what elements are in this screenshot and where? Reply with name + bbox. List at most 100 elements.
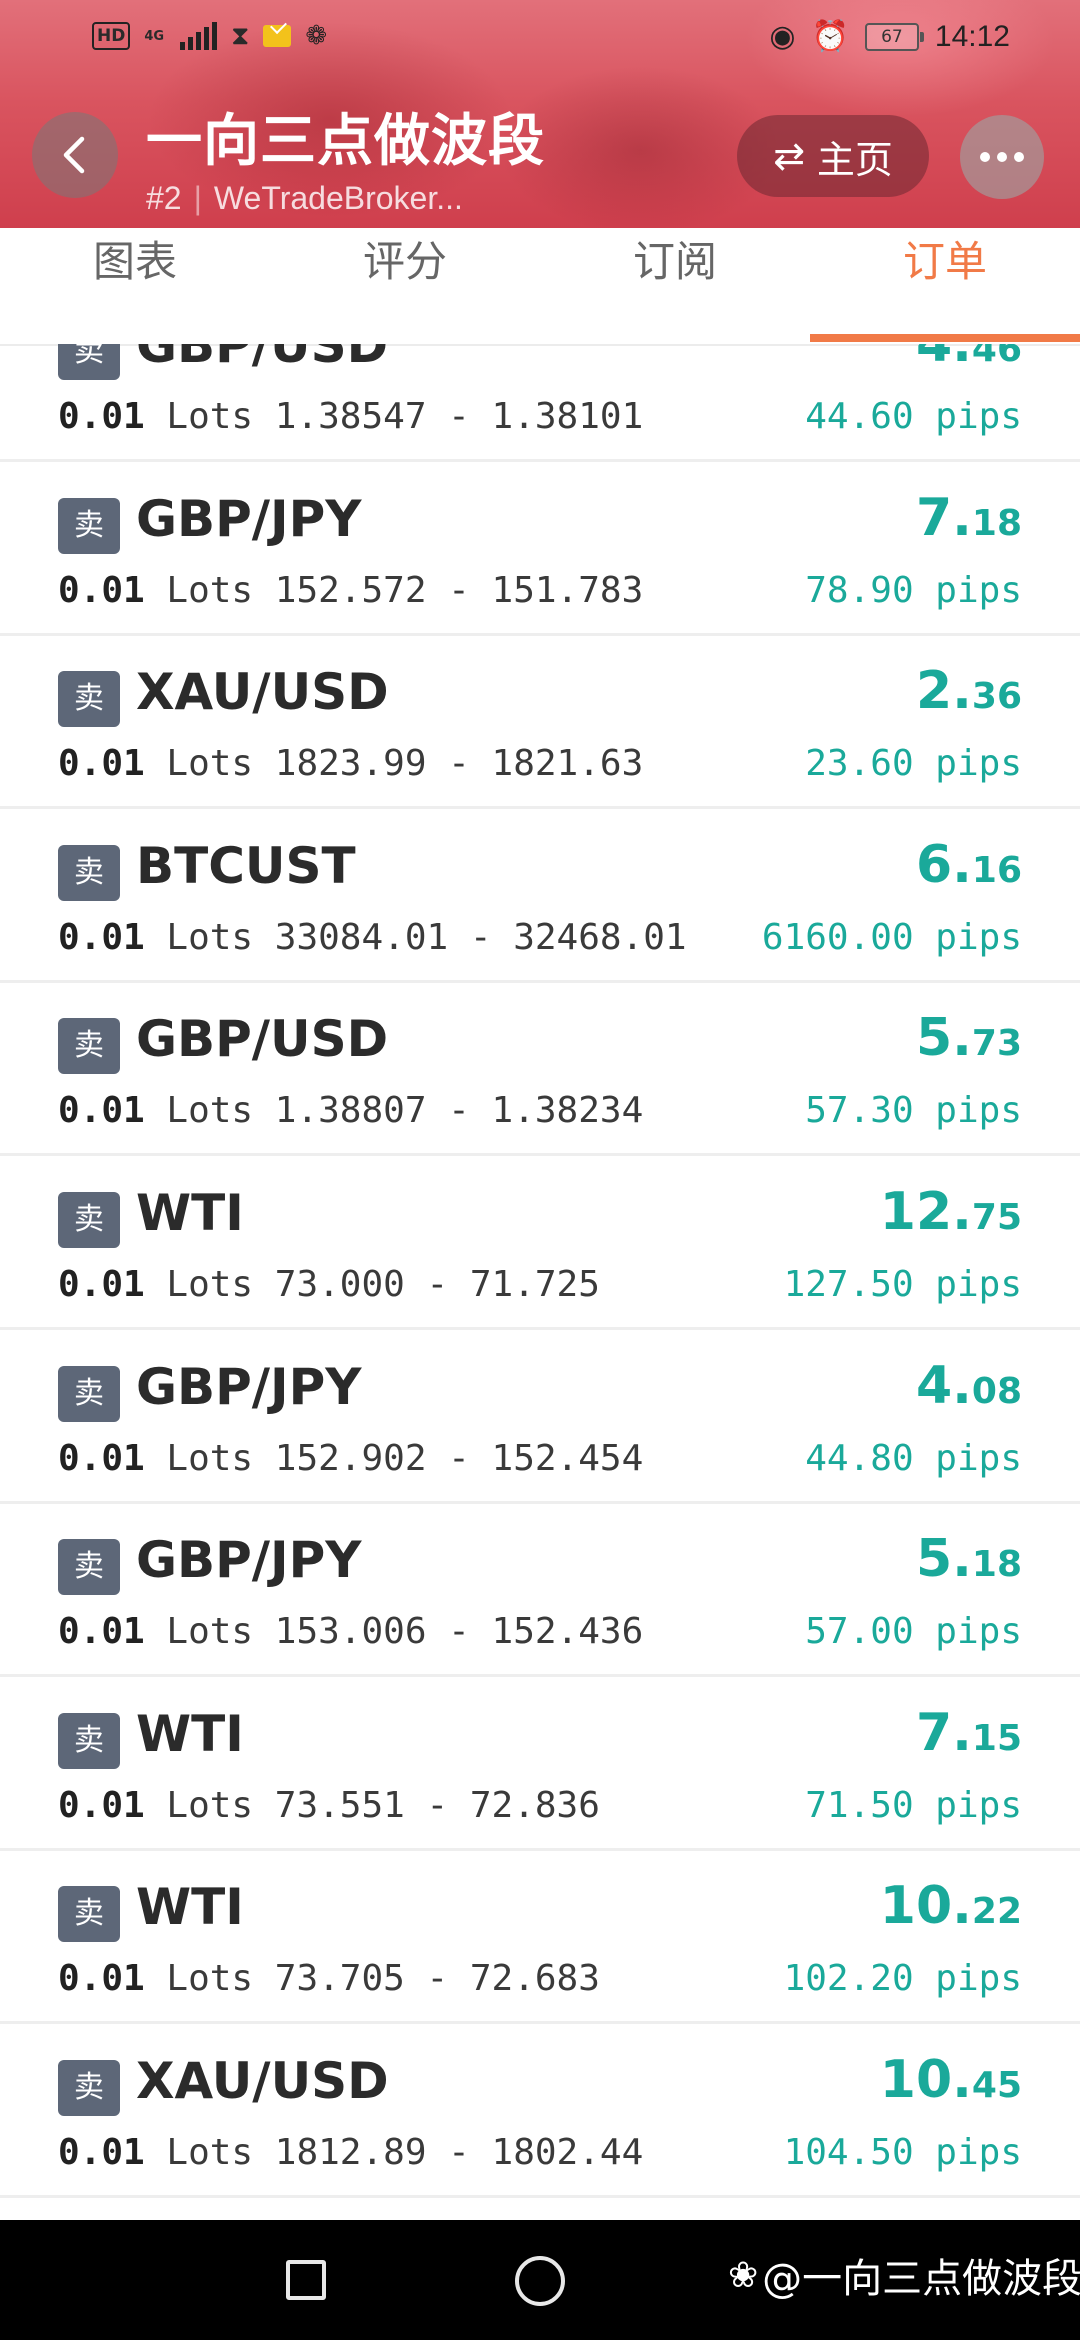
profit-fraction: 45 [971,2065,1022,2106]
order-pips: 104.50 pips [783,2132,1022,2173]
order-profit: 10.45 [880,2050,1022,2110]
profit-fraction: 46 [971,344,1022,370]
order-prices: 1823.99 - 1821.63 [274,743,644,784]
order-prices: 73.705 - 72.683 [274,1958,600,1999]
tab-chart[interactable]: 图表 [0,228,270,342]
order-volume: 0.01 [58,396,145,437]
order-symbol: XAU/USD [136,663,389,721]
hd-indicator: HD [92,22,131,50]
battery-icon: 67 [864,23,924,51]
more-dot-icon [997,152,1007,162]
rank-label: #2 [146,180,182,216]
profit-integer: 12. [879,1182,972,1242]
order-prices: 73.551 - 72.836 [274,1785,600,1826]
order-row[interactable]: 卖 GBP/JPY 0.01 Lots 152.572 - 151.783 7.… [0,460,1080,636]
hourglass-icon: ⧗ [231,21,250,51]
order-row[interactable]: 卖 GBP/USD 0.01 Lots 1.38807 - 1.38234 5.… [0,980,1080,1156]
tab-subscribe[interactable]: 订阅 [540,228,810,342]
order-prices: 1.38807 - 1.38234 [274,1090,644,1131]
order-row[interactable]: 卖 XAU/USD 0.01 Lots 1812.89 - 1802.44 10… [0,2022,1080,2198]
sell-badge: 卖 [58,344,120,380]
sell-badge: 卖 [58,671,120,727]
order-row[interactable]: 卖 GBP/JPY 0.01 Lots 153.006 - 152.436 5.… [0,1501,1080,1677]
order-prices: 152.572 - 151.783 [274,570,644,611]
broker-label: WeTradeBroker... [213,180,463,216]
order-row[interactable]: 卖 WTI 0.01 Lots 73.705 - 72.683 10.22 10… [0,1848,1080,2024]
orders-list[interactable]: 卖 GBP/USD 0.01 Lots 1.38547 - 1.38101 4.… [0,344,1080,2220]
order-prices: 152.902 - 152.454 [274,1438,644,1479]
lots-label: Lots [166,1438,254,1479]
lots-label: Lots [166,743,254,784]
order-pips: 6160.00 pips [761,917,1022,958]
profit-integer: 7. [915,488,972,548]
order-row[interactable]: 卖 WTI 0.01 Lots 73.551 - 72.836 7.15 71.… [0,1675,1080,1851]
order-symbol: GBP/USD [136,1010,389,1068]
weibo-logo-icon: ❀ [728,2254,759,2296]
profit-integer: 5. [915,1008,972,1068]
order-detail: 0.01 Lots 152.572 - 151.783 [58,570,643,611]
divider: | [193,180,202,216]
profit-fraction: 22 [971,1891,1022,1932]
order-symbol: WTI [136,1878,244,1936]
profit-fraction: 15 [971,1718,1022,1759]
order-profit: 6.16 [916,835,1022,895]
home-button-label: 主页 [816,137,893,182]
tab-bar: 图表 评分 订阅 订单 [0,228,1080,346]
recent-apps-button[interactable] [286,2260,326,2300]
sell-badge: 卖 [58,1539,120,1595]
profit-fraction: 18 [971,1544,1022,1585]
order-row[interactable]: 卖 GBP/JPY 0.01 Lots 152.902 - 152.454 4.… [0,1328,1080,1504]
profit-integer: 6. [915,835,972,895]
order-symbol: GBP/JPY [136,1358,362,1416]
order-symbol: XAU/USD [136,2052,389,2110]
page-title: 一向三点做波段 [146,109,545,174]
more-button[interactable] [960,115,1044,199]
profit-integer: 7. [915,1703,972,1763]
lots-label: Lots [166,2132,254,2173]
order-detail: 0.01 Lots 1812.89 - 1802.44 [58,2132,643,2173]
lots-label: Lots [166,396,254,437]
order-row[interactable]: 卖 BTCUST 0.01 Lots 33084.01 - 32468.01 6… [0,807,1080,983]
network-type: 4G [144,28,165,44]
more-dot-icon [1014,152,1024,162]
order-row[interactable]: 卖 GBP/USD 0.01 Lots 1.38547 - 1.38101 4.… [0,344,1080,462]
order-profit: 5.18 [916,1529,1022,1589]
lots-label: Lots [166,917,254,958]
more-dot-icon [980,152,990,162]
tab-rating[interactable]: 评分 [270,228,540,342]
order-volume: 0.01 [58,1611,145,1652]
home-nav-button[interactable] [515,2256,565,2306]
chevron-left-icon [63,136,85,174]
sell-badge: 卖 [58,1713,120,1769]
profit-fraction: 73 [971,1023,1022,1064]
order-volume: 0.01 [58,1958,145,1999]
sell-badge: 卖 [58,1366,120,1422]
order-pips: 102.20 pips [783,1958,1022,1999]
order-profit: 10.22 [880,1876,1022,1936]
order-row[interactable]: 卖 XAU/USD 0.01 Lots 1823.99 - 1821.63 2.… [0,633,1080,809]
alarm-icon: ⏰ [811,19,849,54]
profit-integer: 4. [915,1356,972,1416]
watermark: ❀ @一向三点做波段 [728,2246,1080,2304]
back-button[interactable] [32,112,118,198]
profit-integer: 4. [915,344,972,374]
order-prices: 1.38547 - 1.38101 [274,396,644,437]
sell-badge: 卖 [58,498,120,554]
lots-label: Lots [166,1785,254,1826]
home-button[interactable]: ⇄ 主页 [737,115,929,197]
order-symbol: WTI [136,1184,244,1242]
order-pips: 57.30 pips [805,1090,1022,1131]
order-detail: 0.01 Lots 1823.99 - 1821.63 [58,743,643,784]
tab-orders[interactable]: 订单 [810,228,1080,342]
order-row[interactable]: 卖 WTI 0.01 Lots 73.000 - 71.725 12.75 12… [0,1154,1080,1330]
order-pips: 78.90 pips [805,570,1022,611]
sell-badge: 卖 [58,1886,120,1942]
order-volume: 0.01 [58,1785,145,1826]
order-volume: 0.01 [58,1090,145,1131]
active-tab-indicator [810,334,1080,342]
profit-fraction: 16 [971,850,1022,891]
watermark-text: @一向三点做波段 [762,2256,1080,2302]
order-detail: 0.01 Lots 73.705 - 72.683 [58,1958,600,1999]
order-detail: 0.01 Lots 1.38547 - 1.38101 [58,396,643,437]
order-volume: 0.01 [58,917,145,958]
